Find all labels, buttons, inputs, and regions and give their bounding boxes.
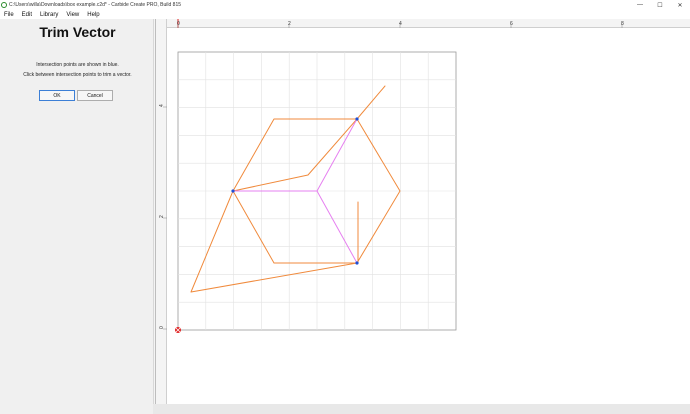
menu-view[interactable]: View: [62, 12, 83, 18]
instruction-click: Click between intersection points to tri…: [23, 72, 132, 78]
window-title: C:\Users\willa\Downloads\box example.c2d…: [9, 2, 182, 8]
menu-file[interactable]: File: [0, 12, 18, 18]
hruler-label-4: 4: [399, 21, 402, 27]
status-strip: [153, 404, 690, 414]
maximize-button[interactable]: ☐: [650, 0, 670, 10]
window-controls: — ☐ ✕: [630, 0, 690, 10]
intersection-point: [355, 261, 359, 265]
app-window: C:\Users\willa\Downloads\box example.c2d…: [0, 0, 690, 414]
menu-bar: File Edit Library View Help: [0, 10, 690, 19]
intersection-point: [355, 117, 359, 121]
menu-library[interactable]: Library: [36, 12, 62, 18]
instruction-intersections: Intersection points are shown in blue.: [36, 62, 119, 68]
close-button[interactable]: ✕: [670, 0, 690, 10]
hruler-label-0: 0: [177, 21, 180, 27]
hruler-label-6: 6: [510, 21, 513, 27]
minimize-button[interactable]: —: [630, 0, 650, 10]
trim-vector-panel: Trim Vector Intersection points are show…: [0, 19, 155, 414]
hruler-label-8: 8: [621, 21, 624, 27]
title-bar: C:\Users\willa\Downloads\box example.c2d…: [0, 0, 690, 10]
cancel-button[interactable]: Cancel: [77, 90, 113, 101]
menu-edit[interactable]: Edit: [18, 12, 36, 18]
design-canvas[interactable]: [167, 28, 690, 404]
intersection-point: [231, 189, 235, 193]
vruler-label-4: 4: [159, 104, 165, 107]
carbide-app-icon: [1, 2, 7, 8]
origin-icon: [175, 327, 181, 333]
horizontal-ruler: 0 2 4 6 8: [167, 19, 690, 28]
vruler-label-2: 2: [159, 215, 165, 218]
hruler-label-2: 2: [288, 21, 291, 27]
panel-title: Trim Vector: [39, 24, 116, 40]
vruler-label-0: 0: [159, 326, 165, 329]
menu-help[interactable]: Help: [83, 12, 103, 18]
ok-button[interactable]: OK: [39, 90, 75, 101]
panel-divider[interactable]: [155, 19, 156, 414]
